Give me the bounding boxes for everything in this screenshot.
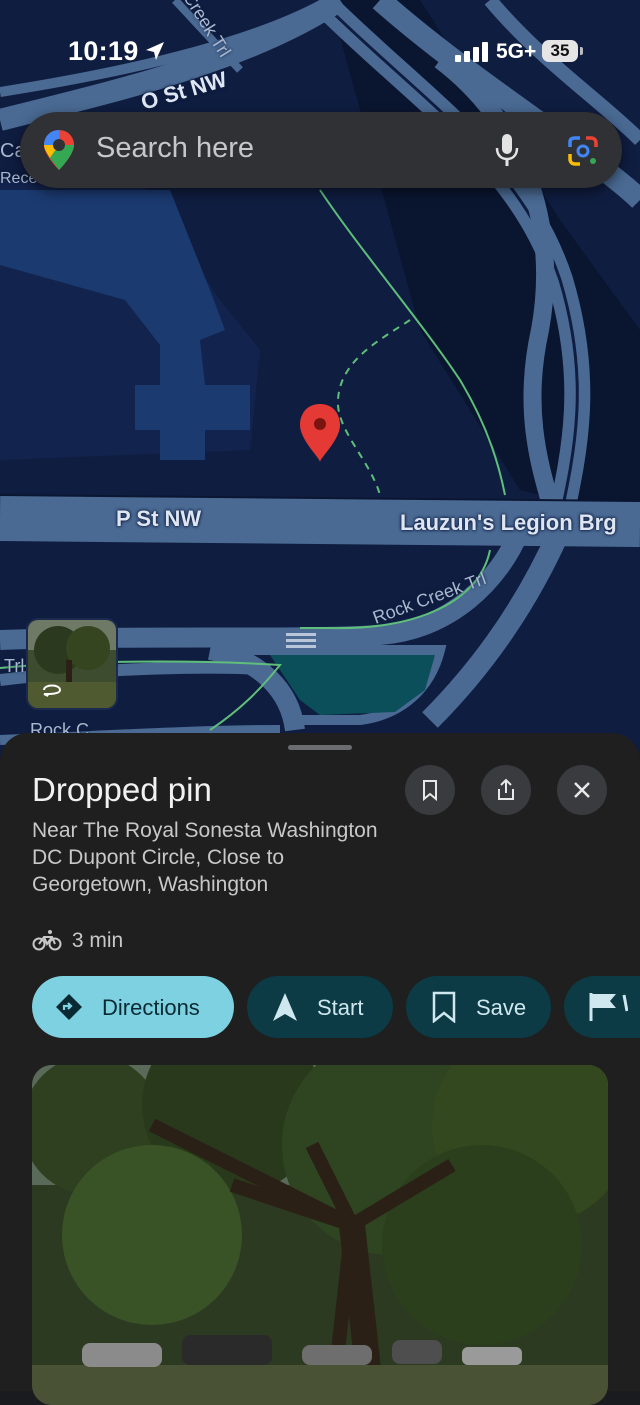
place-details-sheet: Dropped pin Near The Royal Sonesta Washi… bbox=[0, 733, 640, 1405]
google-lens-icon[interactable] bbox=[566, 134, 600, 168]
label-button[interactable] bbox=[564, 976, 640, 1038]
share-icon bbox=[498, 778, 514, 800]
place-title: Dropped pin bbox=[32, 771, 212, 808]
bookmark-outline-icon bbox=[432, 991, 456, 1023]
microphone-icon[interactable] bbox=[494, 134, 520, 168]
search-input[interactable]: Search here bbox=[96, 132, 254, 165]
dropped-pin-marker bbox=[300, 404, 340, 462]
flag-icon bbox=[589, 993, 628, 1021]
map-label-p-st: P St NW bbox=[116, 506, 202, 531]
street-view-thumbnail[interactable] bbox=[26, 618, 118, 710]
directions-label: Directions bbox=[102, 995, 200, 1020]
directions-icon bbox=[56, 994, 82, 1020]
save-label: Save bbox=[476, 995, 527, 1020]
search-bar[interactable]: Search here bbox=[20, 112, 622, 188]
location-arrow-icon bbox=[146, 42, 164, 60]
close-button[interactable] bbox=[557, 765, 607, 815]
street-view-photo[interactable] bbox=[32, 1065, 608, 1405]
battery-indicator: 35 bbox=[542, 40, 578, 62]
map-label-bridge: Lauzun's Legion Brg bbox=[400, 510, 617, 535]
share-button[interactable] bbox=[481, 765, 531, 815]
bookmark-button[interactable] bbox=[405, 765, 455, 815]
battery-tip bbox=[580, 47, 583, 55]
start-label: Start bbox=[317, 995, 364, 1020]
signal-bars-icon bbox=[455, 42, 488, 62]
network-type: 5G+ bbox=[496, 40, 537, 63]
tree-photo-image bbox=[32, 1065, 608, 1405]
bicycle-icon bbox=[32, 930, 62, 951]
map-label-trl: Trl bbox=[4, 656, 25, 676]
bookmark-icon bbox=[423, 780, 437, 802]
save-button[interactable]: Save bbox=[406, 976, 551, 1038]
place-address: Near The Royal Sonesta Washington DC Dup… bbox=[32, 819, 378, 896]
travel-time: 3 min bbox=[32, 929, 123, 953]
google-maps-logo-icon bbox=[44, 130, 74, 170]
drag-handle[interactable] bbox=[288, 745, 352, 750]
travel-time-value: 3 min bbox=[71, 929, 124, 952]
start-button[interactable]: Start bbox=[247, 976, 393, 1038]
status-bar: 10:19 5G+ 35 bbox=[0, 0, 640, 100]
close-icon bbox=[574, 782, 590, 798]
directions-button[interactable]: Directions bbox=[32, 976, 234, 1038]
clock: 10:19 bbox=[68, 36, 139, 66]
navigation-arrow-icon bbox=[273, 993, 297, 1021]
